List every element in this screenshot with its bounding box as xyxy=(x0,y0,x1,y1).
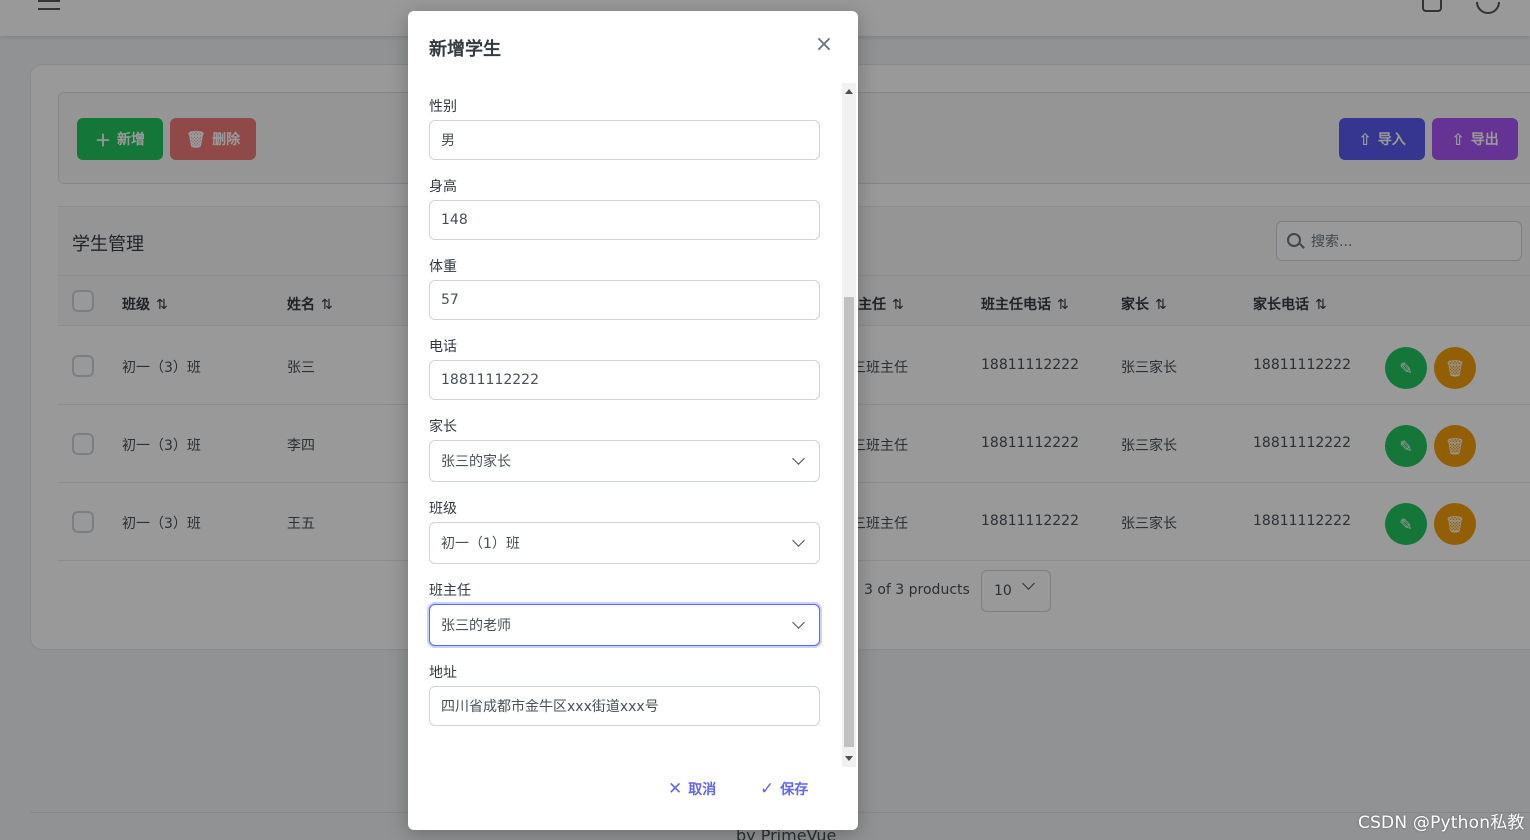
height-field[interactable]: 148 xyxy=(429,200,820,240)
save-button[interactable]: ✓ 保存 xyxy=(760,779,808,799)
height-label: 身高 xyxy=(429,179,457,195)
teacher-label: 班主任 xyxy=(429,583,471,599)
parent-label: 家长 xyxy=(429,419,457,435)
gender-field[interactable]: 男 xyxy=(429,120,820,160)
chevron-down-icon xyxy=(792,616,805,629)
dialog-title: 新增学生 xyxy=(429,39,501,60)
chevron-down-icon xyxy=(792,534,805,547)
check-icon: ✓ xyxy=(760,779,775,799)
cancel-button-label: 取消 xyxy=(688,782,717,798)
scroll-thumb[interactable] xyxy=(844,297,854,747)
chevron-down-icon xyxy=(792,452,805,465)
watermark: CSDN @Python私教 xyxy=(1358,813,1525,833)
times-icon: ✕ xyxy=(668,779,683,799)
weight-label: 体重 xyxy=(429,259,457,275)
address-field[interactable]: 四川省成都市金牛区xxx街道xxx号 xyxy=(429,686,820,726)
cancel-button[interactable]: ✕ 取消 xyxy=(668,779,716,799)
phone-field[interactable]: 18811112222 xyxy=(429,360,820,400)
class-label: 班级 xyxy=(429,501,457,517)
teacher-dropdown[interactable]: 张三的老师 xyxy=(429,604,820,646)
teacher-dropdown-value: 张三的老师 xyxy=(441,618,511,634)
phone-label: 电话 xyxy=(429,339,457,355)
parent-dropdown-value: 张三的家长 xyxy=(441,454,511,470)
gender-label: 性别 xyxy=(429,99,457,115)
save-button-label: 保存 xyxy=(780,782,809,798)
class-dropdown[interactable]: 初一（1）班 xyxy=(429,522,820,564)
scroll-down-arrow[interactable] xyxy=(845,756,853,761)
add-student-dialog: 新增学生 × 性别 男 身高 148 体重 57 电话 18811112222 … xyxy=(408,11,858,830)
close-icon[interactable]: × xyxy=(814,34,834,56)
class-dropdown-value: 初一（1）班 xyxy=(441,536,520,552)
dialog-scrollbar[interactable] xyxy=(842,83,856,767)
address-label: 地址 xyxy=(429,665,457,681)
parent-dropdown[interactable]: 张三的家长 xyxy=(429,440,820,482)
scroll-up-arrow[interactable] xyxy=(845,89,853,94)
weight-field[interactable]: 57 xyxy=(429,280,820,320)
